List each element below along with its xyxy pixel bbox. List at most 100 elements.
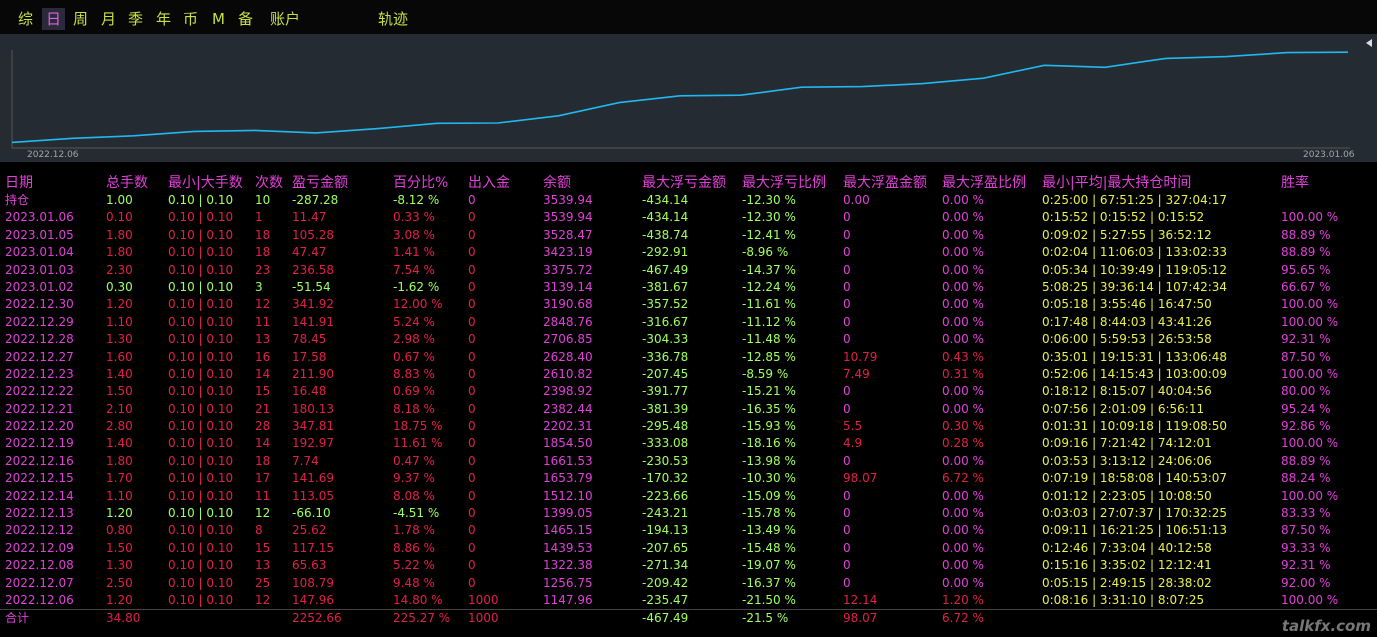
cell-balance: 3423.19 bbox=[543, 245, 593, 260]
cell-balance: 2610.82 bbox=[543, 366, 593, 381]
table-row[interactable]: 2022.12.07 2.50 0.10 | 0.10 25 108.79 9.48 % 0… bbox=[0, 575, 1377, 592]
cell-mfpp: 0.00 % bbox=[942, 332, 984, 347]
table-row[interactable]: 2022.12.13 1.20 0.10 | 0.10 12 -66.10 -4.51 %… bbox=[0, 505, 1377, 522]
cell-count: 15 bbox=[255, 384, 271, 399]
table-row[interactable]: 2022.12.19 1.40 0.10 | 0.10 14 192.97 11.61 %… bbox=[0, 435, 1377, 452]
x-start-label: 2022.12.06 bbox=[27, 150, 79, 160]
cell-date: 2022.12.19 bbox=[5, 436, 74, 451]
table-row[interactable]: 2022.12.22 1.50 0.10 | 0.10 15 16.48 0.69 % 0 2… bbox=[0, 383, 1377, 400]
table-row[interactable]: 2022.12.21 2.10 0.10 | 0.10 21 180.13 8.18 % 0… bbox=[0, 401, 1377, 418]
cell-pct: 0.47 % bbox=[393, 453, 435, 468]
table-row[interactable]: 2022.12.30 1.20 0.10 | 0.10 12 341.92 12.00 %… bbox=[0, 296, 1377, 313]
cell-time: 0:05:18 | 3:55:46 | 16:47:50 bbox=[1042, 297, 1212, 312]
equity-line bbox=[11, 51, 1349, 144]
cell-time: 0:03:53 | 3:13:12 | 24:06:06 bbox=[1042, 453, 1212, 468]
cell-balance: 3375.72 bbox=[543, 262, 593, 277]
table-row[interactable]: 2023.01.03 2.30 0.10 | 0.10 23 236.58 7.54 % 0… bbox=[0, 262, 1377, 279]
table-row[interactable]: 2023.01.06 0.10 0.10 | 0.10 1 11.47 0.33 % 0 35… bbox=[0, 209, 1377, 226]
chart-scroll-arrow-icon[interactable] bbox=[1366, 39, 1372, 47]
cell-mflp: -8.59 % bbox=[742, 366, 789, 381]
cell-pct: 5.24 % bbox=[393, 314, 435, 329]
cell-mfp: 0 bbox=[843, 401, 851, 416]
cell-date: 2022.12.28 bbox=[5, 332, 74, 347]
cell-mfpp: 0.00 % bbox=[942, 401, 984, 416]
cell-win: 100.00 % bbox=[1281, 592, 1339, 607]
table-row[interactable]: 2022.12.06 1.20 0.10 | 0.10 12 147.96 14.80 %… bbox=[0, 592, 1377, 609]
cell-mfl: -333.08 bbox=[642, 436, 689, 451]
tab-yearly[interactable]: 年 bbox=[156, 8, 171, 30]
table-row[interactable]: 2023.01.04 1.80 0.10 | 0.10 18 47.47 1.41 % 0 3… bbox=[0, 244, 1377, 261]
table-row[interactable]: 2022.12.29 1.10 0.10 | 0.10 11 141.91 5.24 % 0… bbox=[0, 314, 1377, 331]
cell-mflp: -11.12 % bbox=[742, 314, 796, 329]
cell-pct: 3.08 % bbox=[393, 227, 435, 242]
tab-track[interactable]: 轨迹 bbox=[378, 8, 408, 30]
tab-daily[interactable]: 日 bbox=[42, 8, 66, 30]
table-row[interactable]: 2022.12.20 2.80 0.10 | 0.10 28 347.81 18.75 %… bbox=[0, 418, 1377, 435]
table-row[interactable]: 2022.12.09 1.50 0.10 | 0.10 15 117.15 8.86 % 0… bbox=[0, 540, 1377, 557]
cell-minmax: 0.10 | 0.10 bbox=[168, 366, 234, 381]
tab-overview[interactable]: 综 bbox=[18, 8, 33, 30]
cell-mflp: -12.30 % bbox=[742, 210, 796, 225]
cell-flow: 0 bbox=[468, 227, 476, 242]
table-row[interactable]: 2022.12.15 1.70 0.10 | 0.10 17 141.69 9.37 % 0… bbox=[0, 470, 1377, 487]
cell-minmax: 0.10 | 0.10 bbox=[168, 436, 234, 451]
cell-flow: 0 bbox=[468, 436, 476, 451]
cell-mfp: 0 bbox=[843, 558, 851, 573]
cell-minmax: 0.10 | 0.10 bbox=[168, 523, 234, 538]
cell-mflp: -15.93 % bbox=[742, 419, 796, 434]
table-body: 持仓 1.00 0.10 | 0.10 10 -287.28 -8.12 % 0 3539.9… bbox=[0, 192, 1377, 609]
tab-m[interactable]: M bbox=[212, 8, 225, 30]
cell-mflp: -15.78 % bbox=[742, 506, 796, 521]
cell-time: 0:12:46 | 7:33:04 | 40:12:58 bbox=[1042, 540, 1212, 555]
table-row[interactable]: 2022.12.23 1.40 0.10 | 0.10 14 211.90 8.83 % 0… bbox=[0, 366, 1377, 383]
cell-mfpp: 1.20 % bbox=[942, 592, 984, 607]
table-row[interactable]: 2023.01.02 0.30 0.10 | 0.10 3 -51.54 -1.62 % 0… bbox=[0, 279, 1377, 296]
cell-mfpp: 0.28 % bbox=[942, 436, 984, 451]
cell-date: 2022.12.29 bbox=[5, 314, 74, 329]
table-row[interactable]: 2022.12.16 1.80 0.10 | 0.10 18 7.74 0.47 % 0 16… bbox=[0, 453, 1377, 470]
cell-balance: 3539.94 bbox=[543, 193, 593, 207]
cell-win: 93.33 % bbox=[1281, 540, 1331, 555]
cell-pct: 0.67 % bbox=[393, 349, 435, 364]
total-percent: 225.27 % bbox=[393, 611, 451, 626]
cell-mfl: -230.53 bbox=[642, 453, 689, 468]
cell-count: 21 bbox=[255, 401, 271, 416]
table-row[interactable]: 持仓 1.00 0.10 | 0.10 10 -287.28 -8.12 % 0 3539.9… bbox=[0, 192, 1377, 209]
cell-date: 2022.12.21 bbox=[5, 401, 74, 416]
cell-count: 18 bbox=[255, 227, 271, 242]
tab-monthly[interactable]: 月 bbox=[101, 8, 116, 30]
cell-mfl: -271.34 bbox=[642, 558, 689, 573]
tab-quarterly[interactable]: 季 bbox=[128, 8, 143, 30]
cell-mflp: -8.96 % bbox=[742, 245, 789, 260]
cell-flow: 0 bbox=[468, 245, 476, 260]
table-row[interactable]: 2022.12.12 0.80 0.10 | 0.10 8 25.62 1.78 % 0 14… bbox=[0, 522, 1377, 539]
cell-mfpp: 0.00 % bbox=[942, 523, 984, 538]
cell-minmax: 0.10 | 0.10 bbox=[168, 227, 234, 242]
cell-mflp: -12.24 % bbox=[742, 279, 796, 294]
cell-pct: 9.37 % bbox=[393, 471, 435, 486]
cell-pnl: 236.58 bbox=[292, 262, 334, 277]
cell-mfp: 0 bbox=[843, 297, 851, 312]
tab-weekly[interactable]: 周 bbox=[73, 8, 88, 30]
cell-total: 1.50 bbox=[106, 540, 133, 555]
cell-balance: 1147.96 bbox=[543, 592, 593, 607]
table-row[interactable]: 2022.12.28 1.30 0.10 | 0.10 13 78.45 2.98 % 0 2… bbox=[0, 331, 1377, 348]
cell-mfpp: 0.00 % bbox=[942, 314, 984, 329]
cell-balance: 1653.79 bbox=[543, 471, 593, 486]
tab-currency[interactable]: 币 bbox=[183, 8, 198, 30]
cell-minmax: 0.10 | 0.10 bbox=[168, 575, 234, 590]
table-row[interactable]: 2022.12.08 1.30 0.10 | 0.10 13 65.63 5.22 % 0 1… bbox=[0, 557, 1377, 574]
tab-account[interactable]: 账户 bbox=[270, 8, 300, 30]
total-max-float-profit-pct: 6.72 % bbox=[942, 611, 984, 626]
cell-pct: 7.54 % bbox=[393, 262, 435, 277]
cell-count: 14 bbox=[255, 436, 271, 451]
cell-pct: 8.83 % bbox=[393, 366, 435, 381]
tab-notes[interactable]: 备 bbox=[238, 8, 253, 30]
cell-mfp: 0 bbox=[843, 245, 851, 260]
table-row[interactable]: 2022.12.27 1.60 0.10 | 0.10 16 17.58 0.67 % 0 2… bbox=[0, 349, 1377, 366]
cell-count: 3 bbox=[255, 279, 263, 294]
table-row[interactable]: 2023.01.05 1.80 0.10 | 0.10 18 105.28 3.08 % 0… bbox=[0, 227, 1377, 244]
table-row[interactable]: 2022.12.14 1.10 0.10 | 0.10 11 113.05 8.08 % 0… bbox=[0, 488, 1377, 505]
cell-mflp: -15.21 % bbox=[742, 384, 796, 399]
cell-mfp: 0 bbox=[843, 540, 851, 555]
